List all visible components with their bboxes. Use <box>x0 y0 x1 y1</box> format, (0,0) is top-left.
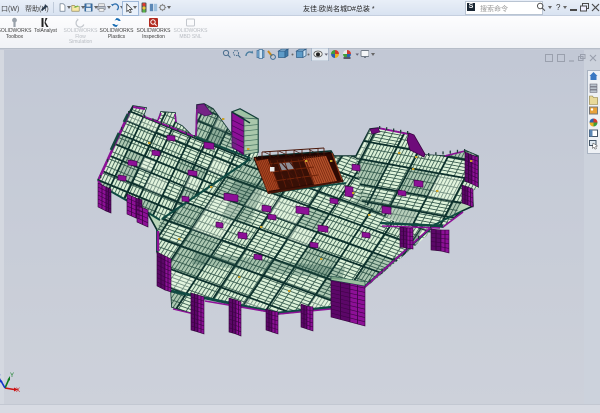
svg-text:Y: Y <box>10 373 14 379</box>
svg-text:X: X <box>16 388 20 394</box>
